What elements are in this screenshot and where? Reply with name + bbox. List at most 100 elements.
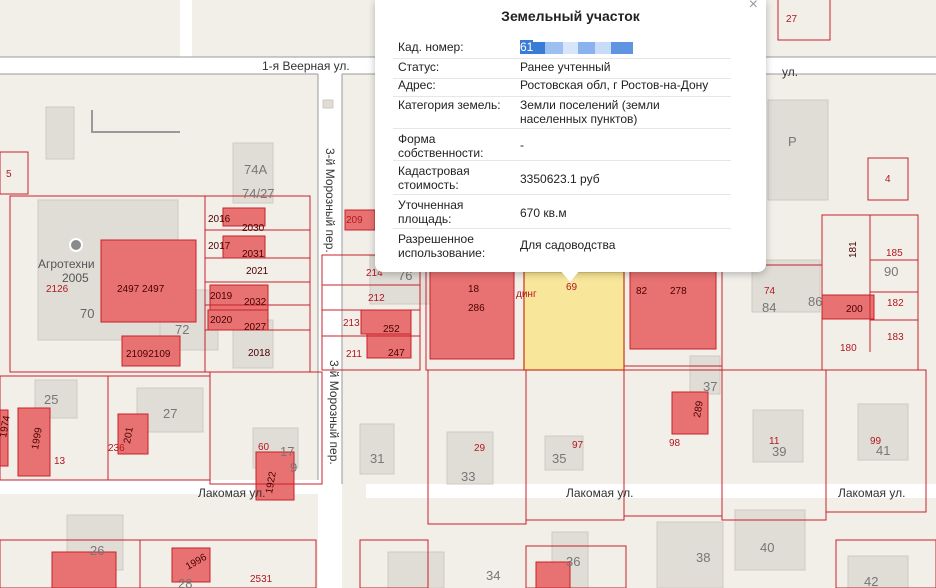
label-181: 181: [848, 241, 859, 258]
label-2018: 2018: [248, 348, 271, 359]
close-icon[interactable]: ×: [749, 0, 758, 14]
poi-number: 2005: [62, 271, 89, 285]
street-label-lakomaya-center: Лакомая ул.: [566, 486, 633, 500]
label-200: 200: [846, 304, 863, 315]
row-status: Статус: Ранее учтенный: [393, 60, 731, 79]
address-key: Адрес:: [398, 78, 436, 92]
popup-pointer: [560, 270, 580, 282]
label-247: 247: [388, 348, 405, 359]
label-2497-2497: 2497 2497: [117, 284, 165, 295]
label-286: 286: [468, 303, 485, 314]
ownership-key: Форма собственности:: [398, 132, 484, 160]
street-label-moroznyi-bottom: 3-й Морозный пер.: [327, 360, 341, 465]
land-category-value: Земли поселений (земли населенных пункто…: [520, 98, 660, 126]
label-74: 74: [764, 286, 776, 297]
label-28: 28: [178, 576, 192, 588]
street-label-veernaya-right: ул.: [782, 65, 798, 79]
row-land-category: Категория земель: Земли поселений (земли…: [393, 98, 731, 129]
label-27: 27: [163, 406, 177, 421]
label-236: 236: [108, 443, 125, 454]
area-value: 670 кв.м: [520, 206, 567, 220]
poi-name: Агротехни: [38, 257, 95, 271]
label-17: 17: [280, 444, 294, 459]
label-2027: 2027: [244, 322, 267, 333]
label-5: 5: [6, 169, 12, 180]
label-4: 4: [885, 174, 891, 185]
permitted-use-value: Для садоводства: [520, 238, 616, 252]
label-212: 212: [368, 293, 385, 304]
label-211: 211: [346, 349, 362, 360]
label-29: 29: [474, 443, 486, 454]
label-11: 11: [769, 436, 780, 447]
label-18: 18: [468, 284, 480, 295]
land-category-key: Категория земель:: [398, 98, 501, 112]
label-84: 84: [762, 300, 776, 315]
label-27-top: 27: [786, 14, 798, 25]
label-2019: 2019: [210, 291, 233, 302]
row-permitted-use: Разрешенное использование: Для садоводст…: [393, 232, 731, 260]
cadastral-number-value[interactable]: 61: [520, 40, 725, 54]
label-2021: 2021: [246, 266, 269, 277]
label-21092109: 21092109: [126, 349, 171, 360]
permitted-use-key: Разрешенное использование:: [398, 232, 486, 260]
parcel-info-popup: Земельный участок × Кад. номер: 61 Стату…: [375, 0, 766, 272]
street-label-lakomaya-right: Лакомая ул.: [838, 486, 905, 500]
poi-icon[interactable]: [69, 238, 83, 252]
label-37: 37: [703, 379, 717, 394]
row-cadastral-number: Кад. номер: 61: [393, 40, 731, 59]
label-2031: 2031: [242, 249, 265, 260]
label-278: 278: [670, 286, 687, 297]
row-area: Уточненная площадь: 670 кв.м: [393, 198, 731, 229]
label-69: 69: [566, 282, 578, 293]
label-180: 180: [840, 343, 857, 354]
cadastral-cost-key: Кадастровая стоимость:: [398, 164, 470, 192]
label-2020: 2020: [210, 315, 233, 326]
label-74-27: 74/27: [242, 186, 275, 201]
status-value: Ранее учтенный: [520, 60, 611, 74]
label-2030: 2030: [242, 223, 265, 234]
label-99: 99: [870, 436, 882, 447]
label-31: 31: [370, 451, 384, 466]
label-213: 213: [343, 318, 360, 329]
label-82: 82: [636, 286, 648, 297]
label-182: 182: [887, 298, 904, 309]
area-key: Уточненная площадь:: [398, 198, 464, 226]
label-2032: 2032: [244, 297, 267, 308]
label-35: 35: [552, 451, 566, 466]
label-26: 26: [90, 543, 104, 558]
label-2531: 2531: [250, 574, 273, 585]
label-42: 42: [864, 574, 878, 588]
label-13: 13: [54, 456, 66, 467]
label-2016: 2016: [208, 214, 231, 225]
label-2017: 2017: [208, 241, 231, 252]
label-72: 72: [175, 322, 189, 337]
label-p: Р: [788, 134, 797, 149]
row-cadastral-cost: Кадастровая стоимость: 3350623.1 руб: [393, 164, 731, 195]
row-address: Адрес: Ростовская обл, г Ростов-на-Дону: [393, 78, 731, 97]
label-25: 25: [44, 392, 58, 407]
label-2126: 2126: [46, 284, 69, 295]
cadastral-number-prefix: 61: [520, 40, 534, 54]
street-label-moroznyi-top: 3-й Морозный пер.: [323, 148, 337, 253]
ownership-value: -: [520, 138, 524, 152]
label-97: 97: [572, 440, 584, 451]
label-9: 9: [290, 460, 297, 475]
row-ownership: Форма собственности: -: [393, 132, 731, 161]
street-label-veernaya: 1-я Веерная ул.: [262, 59, 350, 73]
label-252: 252: [383, 324, 400, 335]
address-value: Ростовская обл, г Ростов-на-Дону: [520, 78, 709, 92]
label-36: 36: [566, 554, 580, 569]
label-40: 40: [760, 540, 774, 555]
street-label-lakomaya-left: Лакомая ул.: [198, 486, 265, 500]
label-98: 98: [669, 438, 681, 449]
label-86: 86: [808, 294, 822, 309]
label-74a: 74А: [244, 162, 267, 177]
label-60: 60: [258, 442, 270, 453]
label-183: 183: [887, 332, 904, 343]
label-34: 34: [486, 568, 500, 583]
status-key: Статус:: [398, 60, 440, 74]
popup-info-table: Кад. номер: 61 Статус: Ранее учтенный Ад…: [393, 36, 745, 260]
label-ding: динг: [516, 289, 537, 300]
label-209: 209: [346, 215, 363, 226]
cadastral-number-key: Кад. номер:: [398, 40, 464, 54]
